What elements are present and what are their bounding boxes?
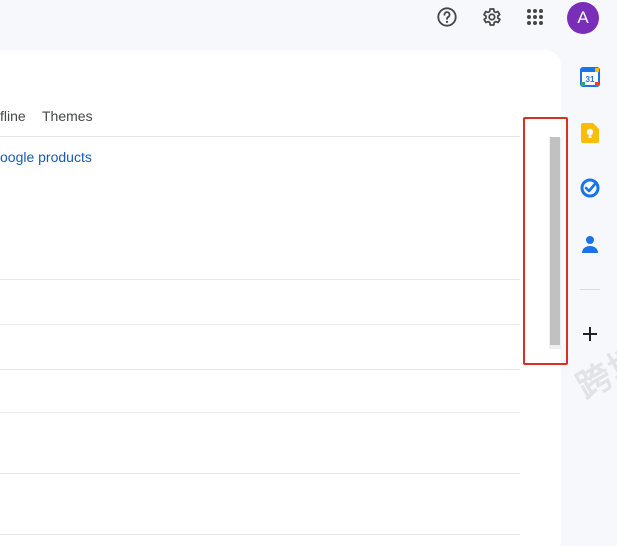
- tab-themes[interactable]: Themes: [42, 108, 93, 124]
- side-panel-divider: [580, 289, 600, 290]
- contacts-icon[interactable]: [579, 233, 601, 255]
- help-icon[interactable]: [434, 4, 460, 30]
- row-divider: [0, 324, 520, 325]
- row-divider: [0, 473, 520, 474]
- calendar-icon[interactable]: 31: [579, 66, 601, 88]
- tabs-divider: [0, 136, 520, 137]
- row-divider: [0, 279, 520, 280]
- tasks-icon[interactable]: [579, 177, 601, 199]
- gear-icon[interactable]: [478, 4, 504, 30]
- row-divider: [0, 412, 520, 413]
- row-divider: [0, 534, 520, 535]
- keep-icon[interactable]: [579, 122, 601, 144]
- highlight-box: [523, 117, 568, 365]
- plus-icon[interactable]: [579, 323, 601, 345]
- settings-panel: [0, 50, 561, 546]
- avatar[interactable]: A: [567, 2, 599, 34]
- svg-text:31: 31: [586, 75, 595, 84]
- apps-grid-icon[interactable]: [522, 4, 548, 30]
- top-bar: A: [0, 0, 617, 40]
- tab-offline[interactable]: fline: [0, 108, 26, 124]
- row-divider: [0, 369, 520, 370]
- google-products-link[interactable]: oogle products: [0, 149, 92, 165]
